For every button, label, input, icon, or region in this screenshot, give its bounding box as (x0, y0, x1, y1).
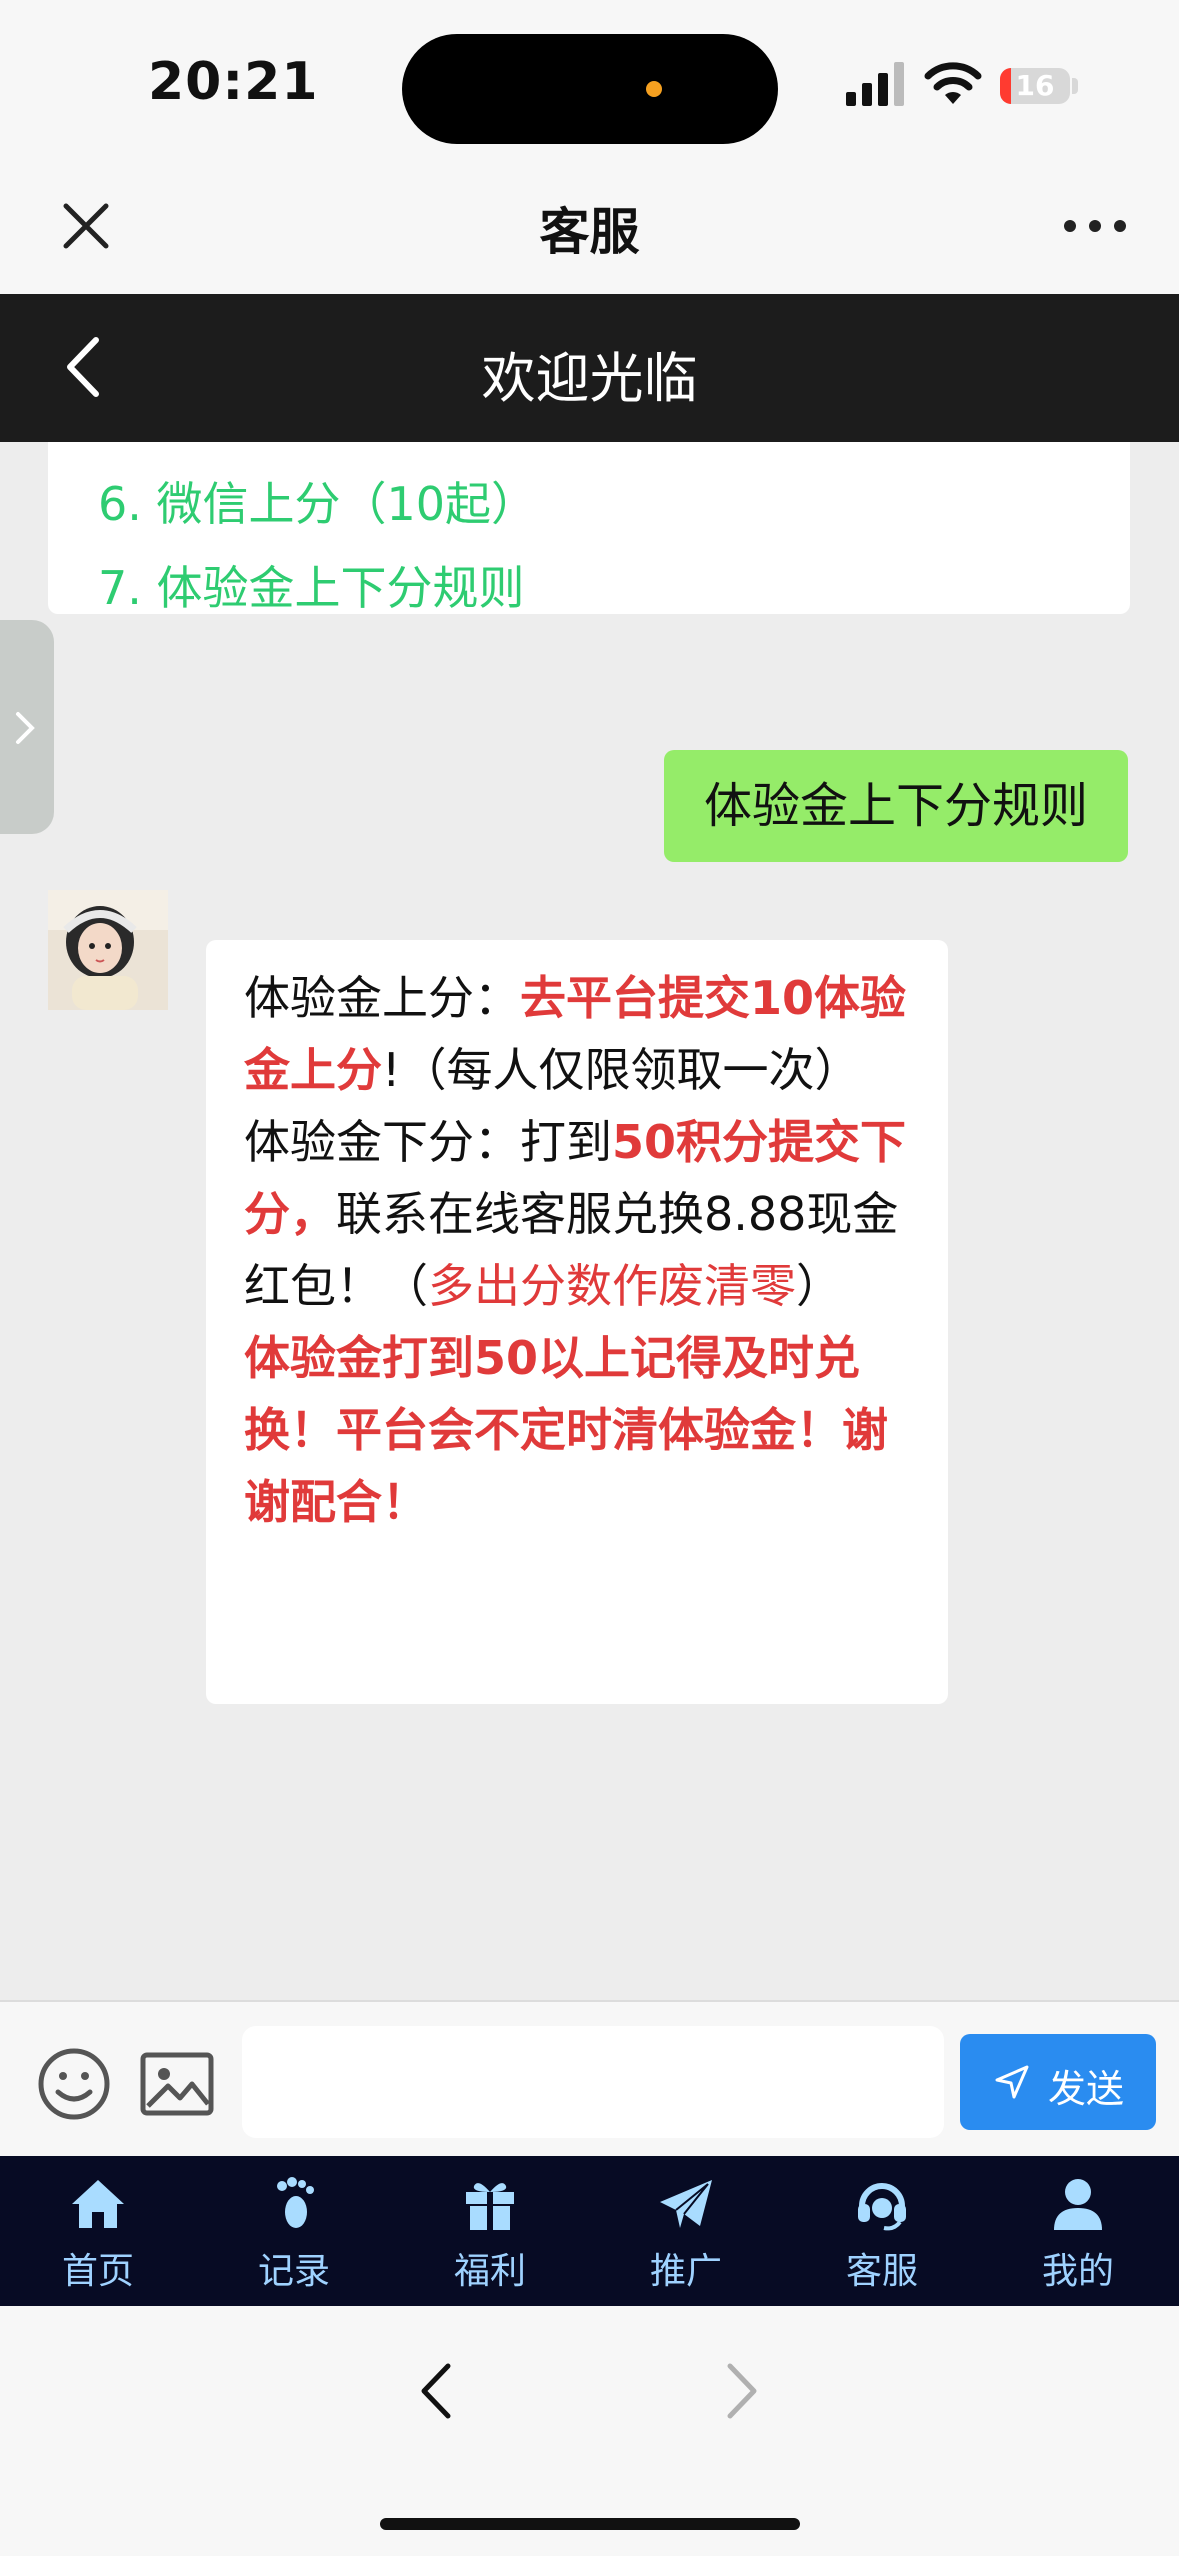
tab-home[interactable]: 首页 (0, 2156, 196, 2306)
page-header: 欢迎光临 (0, 294, 1179, 442)
status-bar: 20:21 16 (0, 0, 1179, 170)
footprint-icon (277, 2177, 314, 2228)
dynamic-island (402, 34, 778, 144)
agent-avatar (48, 890, 168, 1010)
tab-support[interactable]: 客服 (784, 2156, 980, 2306)
menu-item-wechat-topup[interactable]: 6. 微信上分（10起） (98, 468, 537, 534)
browser-back-icon[interactable] (414, 2356, 458, 2426)
user-icon (1054, 2179, 1102, 2230)
image-icon[interactable] (140, 2052, 214, 2116)
paren-close: ） (796, 1259, 842, 1313)
battery-icon: 16 (1000, 68, 1070, 104)
headset-icon (858, 2183, 906, 2231)
user-message-bubble: 体验金上下分规则 (664, 750, 1128, 862)
tab-support-label: 客服 (845, 2251, 918, 2292)
chevron-right-icon (16, 712, 35, 744)
browser-forward-icon[interactable] (720, 2356, 764, 2426)
tab-profile[interactable]: 我的 (980, 2156, 1176, 2306)
tab-promote-label: 推广 (649, 2251, 722, 2292)
trial-topup-label: 体验金上分： (244, 971, 520, 1025)
agent-message-bubble: 体验金上分：去平台提交10体验金上分!（每人仅限领取一次） 体验金下分：打到50… (206, 940, 948, 1704)
tab-promote[interactable]: 推广 (588, 2156, 784, 2306)
paper-plane-icon (660, 2180, 712, 2228)
send-label: 发送 (1048, 2067, 1125, 2111)
gift-icon (466, 2183, 514, 2230)
bottom-tabbar: 首页 记录 福利 推广 客服 我的 (0, 2156, 1179, 2306)
send-button[interactable]: 发送 (960, 2034, 1156, 2130)
send-icon (995, 2065, 1029, 2099)
agent-message-text: 体验金上分：去平台提交10体验金上分!（每人仅限领取一次） 体验金下分：打到50… (244, 962, 924, 1538)
tab-records[interactable]: 记录 (196, 2156, 392, 2306)
message-input[interactable] (242, 2026, 944, 2138)
message-input-bar: 发送 (0, 2000, 1179, 2158)
app-navbar: 客服 (0, 170, 1179, 294)
tab-records-label: 记录 (257, 2251, 330, 2292)
redeem-warning: 体验金打到50以上记得及时兑换！平台会不定时清体验金！谢谢配合！ (244, 1331, 888, 1529)
emoji-icon[interactable] (36, 2046, 112, 2122)
chat-area[interactable]: 6. 微信上分（10起） 7. 体验金上下分规则 体验金上下分规则 体验金上分：… (0, 442, 1179, 2000)
menu-card: 6. 微信上分（10起） 7. 体验金上下分规则 (48, 442, 1130, 615)
home-icon (72, 2180, 124, 2228)
tab-benefits-label: 福利 (453, 2251, 526, 2292)
more-icon[interactable] (1060, 206, 1130, 246)
browser-toolbar (0, 2306, 1179, 2556)
trial-withdraw-label: 体验金下分：打到 (244, 1115, 612, 1169)
page-title: 客服 (539, 203, 640, 261)
wifi-icon (924, 62, 982, 104)
excess-void-note: 多出分数作废清零 (428, 1259, 796, 1313)
status-time: 20:21 (148, 52, 319, 112)
battery-tip (1072, 78, 1078, 94)
menu-item-trial-rules[interactable]: 7. 体验金上下分规则 (98, 552, 525, 618)
header-title: 欢迎光临 (481, 347, 698, 410)
cellular-signal-icon (846, 62, 904, 106)
home-indicator (380, 2518, 800, 2530)
tab-home-label: 首页 (61, 2251, 134, 2292)
side-drawer-handle[interactable] (0, 620, 54, 834)
battery-percent: 16 (1015, 69, 1055, 102)
tab-profile-label: 我的 (1041, 2251, 1114, 2292)
tab-benefits[interactable]: 福利 (392, 2156, 588, 2306)
trial-topup-note: !（每人仅限领取一次） (382, 1043, 861, 1097)
recording-dot (646, 81, 662, 97)
